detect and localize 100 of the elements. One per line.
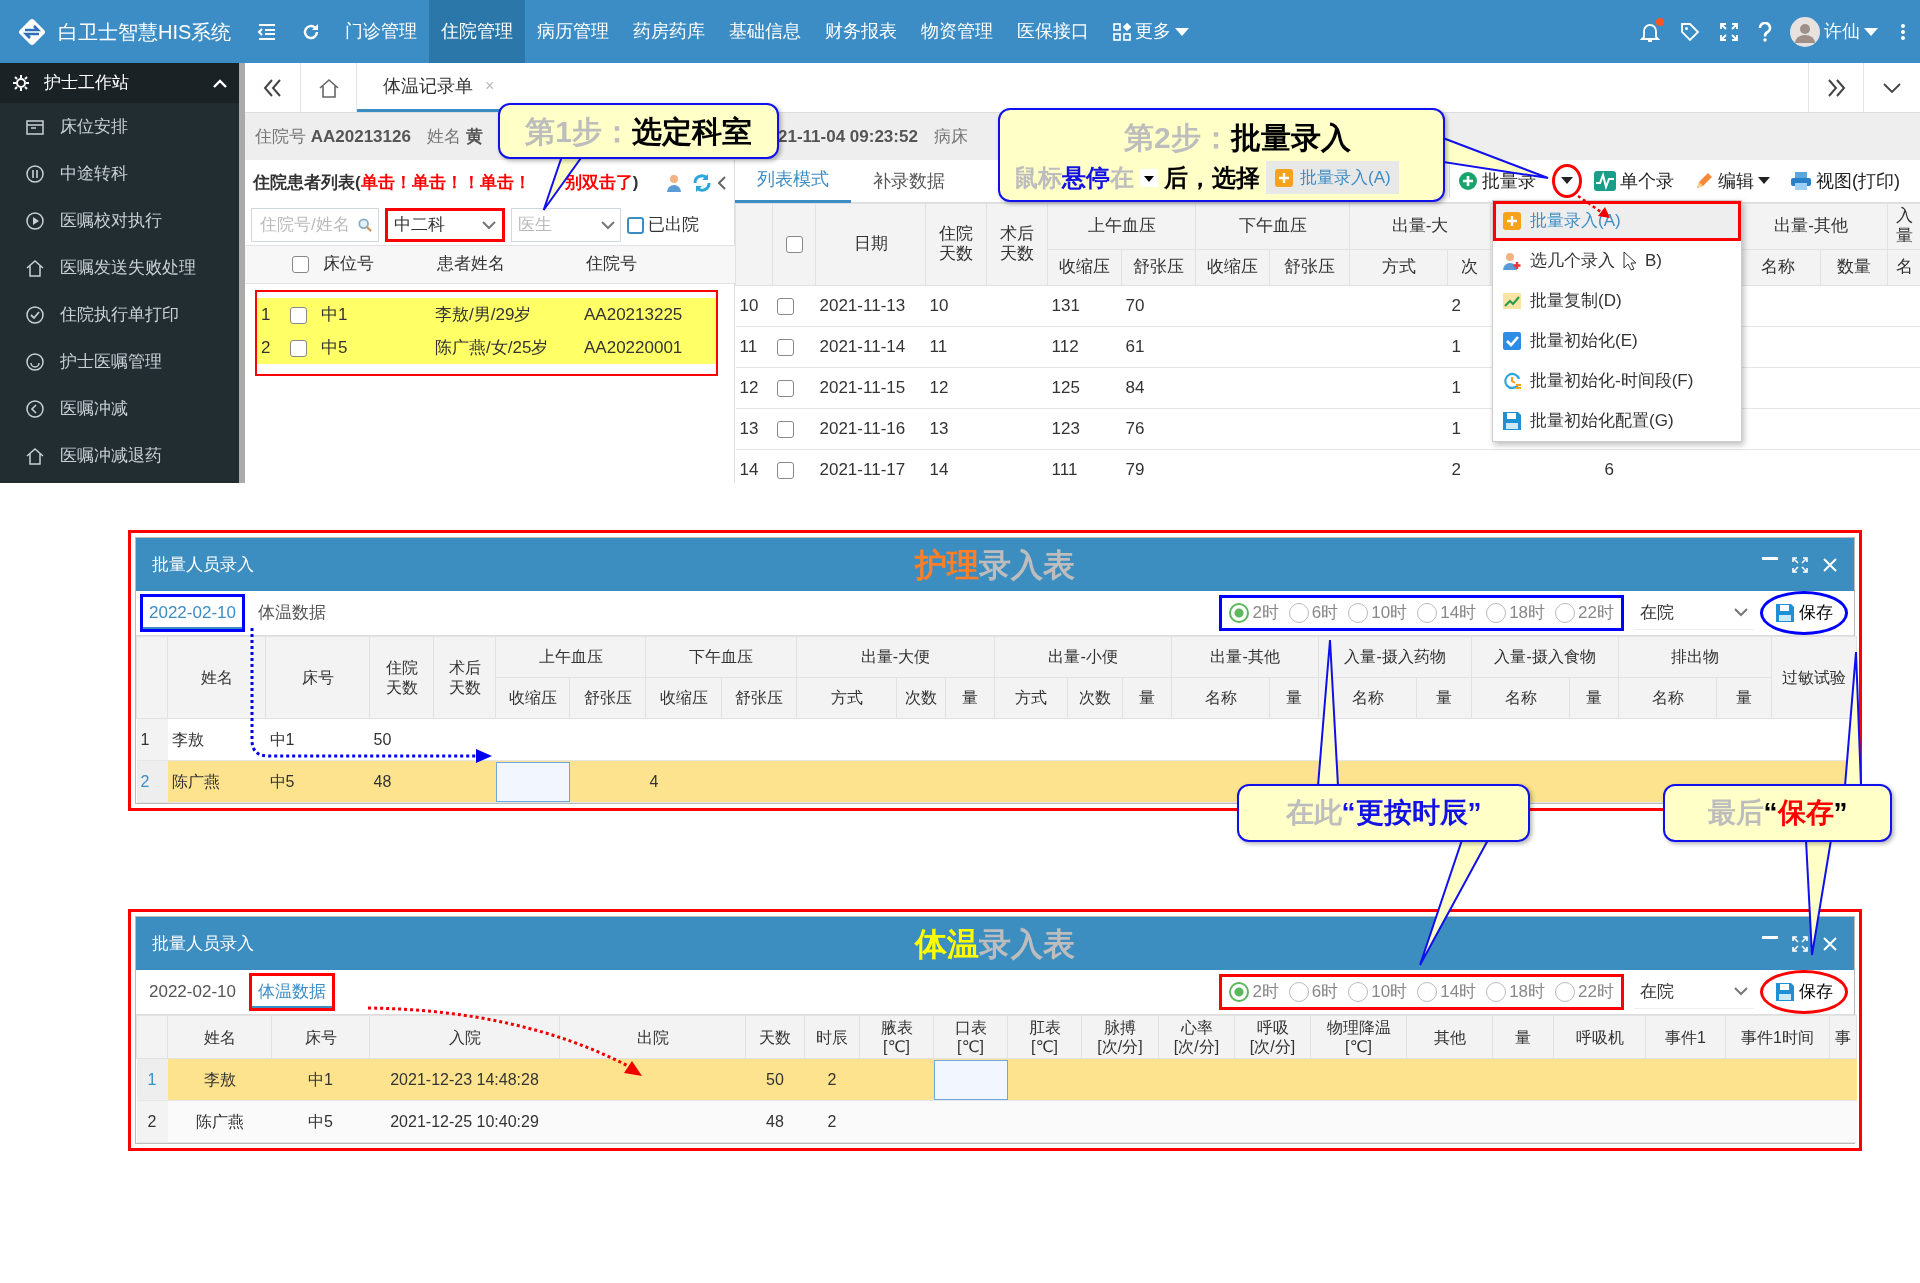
checkbox[interactable] bbox=[292, 256, 309, 274]
avatar-icon[interactable] bbox=[1790, 16, 1820, 47]
radio-label[interactable]: 2时 bbox=[1252, 600, 1279, 626]
tag-icon[interactable] bbox=[1680, 21, 1700, 42]
checkbox[interactable] bbox=[290, 306, 307, 324]
radio-label[interactable]: 22时 bbox=[1578, 600, 1614, 626]
doctor-select[interactable]: 医生 bbox=[511, 208, 621, 242]
nav-menu-item[interactable]: 财务报表 bbox=[813, 0, 909, 63]
menu-item[interactable]: 批量初始化(E) bbox=[1493, 321, 1741, 361]
close-icon[interactable] bbox=[1822, 556, 1838, 573]
menu-item[interactable]: 批量复制(D) bbox=[1493, 281, 1741, 321]
input-field[interactable] bbox=[933, 1059, 1008, 1100]
table-row[interactable]: 2 中5 陈广燕/女/25岁 AA20220001 bbox=[257, 331, 716, 364]
tab[interactable]: 2022-02-10 bbox=[140, 594, 245, 632]
sidebar-item[interactable]: 医嘱冲减退药 bbox=[60, 442, 162, 469]
nav-menu-item[interactable]: 医保接口 bbox=[1005, 0, 1101, 63]
table-cell: 131 bbox=[1047, 285, 1122, 327]
tab-label[interactable]: 体温记录单 bbox=[383, 72, 473, 100]
radio-button[interactable] bbox=[1486, 982, 1507, 1002]
table-row[interactable]: 1 李敖 中1 2021-12-23 14:48:28 50 2 bbox=[136, 1058, 1857, 1101]
checkbox[interactable] bbox=[776, 380, 794, 398]
sidebar-item[interactable]: 中途转科 bbox=[60, 160, 128, 187]
radio-button[interactable] bbox=[1288, 603, 1309, 623]
nav-menu-item[interactable]: 物资管理 bbox=[909, 0, 1005, 63]
status-select[interactable]: 在院 bbox=[1634, 596, 1754, 630]
tab[interactable]: 2022-02-10 bbox=[140, 973, 245, 1011]
sidebar-item[interactable]: 医嘱发送失败处理 bbox=[60, 254, 196, 281]
toolbar-button[interactable]: 单个录 bbox=[1586, 165, 1682, 197]
sidebar-item[interactable]: 床位安排 bbox=[60, 113, 128, 140]
radio-label[interactable]: 22时 bbox=[1578, 979, 1614, 1005]
user-name[interactable]: 许仙 bbox=[1824, 18, 1860, 45]
sidebar-item[interactable]: 医嘱校对执行 bbox=[60, 207, 162, 234]
nav-menu-item[interactable]: 更多 bbox=[1135, 18, 1171, 45]
radio-button[interactable] bbox=[1229, 603, 1250, 623]
department-select[interactable]: 中二科 bbox=[385, 208, 505, 242]
nav-menu-item[interactable]: 住院管理 bbox=[429, 0, 525, 63]
radio-label[interactable]: 6时 bbox=[1311, 600, 1339, 626]
minimize-icon[interactable] bbox=[1762, 935, 1778, 940]
checkbox[interactable] bbox=[290, 339, 307, 357]
table-cell: 61 bbox=[1121, 326, 1196, 368]
radio-label[interactable]: 10时 bbox=[1371, 600, 1408, 626]
tab[interactable]: 体温数据 bbox=[248, 594, 335, 632]
table-row[interactable]: 1 中1 李敖/男/29岁 AA20213225 bbox=[257, 298, 716, 331]
radio-button[interactable] bbox=[1555, 982, 1576, 1002]
close-icon[interactable] bbox=[1822, 935, 1838, 952]
save-button[interactable]: 保存 bbox=[1760, 591, 1848, 635]
checkbox[interactable] bbox=[785, 236, 803, 254]
radio-button[interactable] bbox=[1348, 982, 1369, 1002]
radio-label[interactable]: 18时 bbox=[1509, 600, 1546, 626]
nav-menu-item[interactable]: 病历管理 bbox=[525, 0, 621, 63]
menu-item[interactable]: 批量初始化配置(G) bbox=[1493, 401, 1741, 441]
radio-button[interactable] bbox=[1555, 603, 1576, 623]
toolbar-button[interactable]: 编辑 bbox=[1686, 165, 1778, 197]
search-field[interactable]: 住院号/姓名 bbox=[251, 208, 379, 242]
table-cell: 112 bbox=[1047, 326, 1122, 368]
sidebar-item[interactable]: 医嘱冲减 bbox=[60, 395, 128, 422]
radio-label[interactable]: 10时 bbox=[1371, 979, 1408, 1005]
input-field[interactable] bbox=[495, 761, 570, 802]
help-icon[interactable] bbox=[1758, 21, 1772, 42]
radio-label[interactable]: 18时 bbox=[1509, 979, 1546, 1005]
chevron-icon[interactable] bbox=[213, 78, 227, 88]
checkbox[interactable] bbox=[776, 298, 794, 316]
checkbox-label[interactable]: 已出院 bbox=[648, 212, 699, 238]
radio-button[interactable] bbox=[1348, 603, 1369, 623]
scroll-right-icon[interactable] bbox=[1808, 63, 1864, 112]
toolbar-button[interactable]: 视图(打印) bbox=[1782, 165, 1908, 197]
nav-menu-item[interactable]: 药房药库 bbox=[621, 0, 717, 63]
radio-button[interactable] bbox=[1486, 603, 1507, 623]
radio-label[interactable]: 2时 bbox=[1252, 979, 1279, 1005]
sidebar-item[interactable]: 住院执行单打印 bbox=[60, 301, 179, 328]
dropdown-caret[interactable] bbox=[1552, 164, 1582, 198]
view-tab[interactable]: 补录数据 bbox=[851, 159, 967, 203]
nav-menu-item[interactable]: 门诊管理 bbox=[333, 0, 429, 63]
minimize-icon[interactable] bbox=[1762, 556, 1778, 561]
more-icon[interactable] bbox=[1900, 22, 1906, 41]
nav-menu-item[interactable]: 基础信息 bbox=[717, 0, 813, 63]
collapse-icon[interactable] bbox=[717, 175, 726, 190]
radio-label[interactable]: 6时 bbox=[1311, 979, 1339, 1005]
radio-button[interactable] bbox=[1417, 603, 1438, 623]
radio-button[interactable] bbox=[1288, 982, 1309, 1002]
status-select[interactable]: 在院 bbox=[1634, 975, 1754, 1009]
checkbox[interactable] bbox=[776, 339, 794, 357]
radio-button[interactable] bbox=[1229, 982, 1250, 1002]
checkbox[interactable] bbox=[627, 216, 644, 234]
fullscreen-icon[interactable] bbox=[1720, 22, 1738, 41]
sidebar-item[interactable]: 护士医嘱管理 bbox=[60, 348, 162, 375]
tab[interactable]: 体温数据 bbox=[248, 973, 335, 1011]
table-cell: 2 bbox=[1447, 285, 1491, 327]
menu-item[interactable]: 批量初始化-时间段(F) bbox=[1493, 361, 1741, 401]
refresh-icon[interactable] bbox=[691, 172, 713, 193]
menu-item[interactable]: 选几个录入 B) bbox=[1493, 241, 1741, 281]
maximize-icon[interactable] bbox=[1792, 935, 1808, 952]
save-button[interactable]: 保存 bbox=[1760, 970, 1848, 1014]
table-row[interactable]: 2 陈广燕 中5 2021-12-25 10:40:29 48 2 bbox=[136, 1100, 1857, 1143]
maximize-icon[interactable] bbox=[1792, 556, 1808, 573]
radio-label[interactable]: 14时 bbox=[1440, 600, 1477, 626]
checkbox[interactable] bbox=[776, 421, 794, 439]
radio-label[interactable]: 14时 bbox=[1440, 979, 1477, 1005]
radio-button[interactable] bbox=[1417, 982, 1438, 1002]
checkbox[interactable] bbox=[776, 462, 794, 480]
